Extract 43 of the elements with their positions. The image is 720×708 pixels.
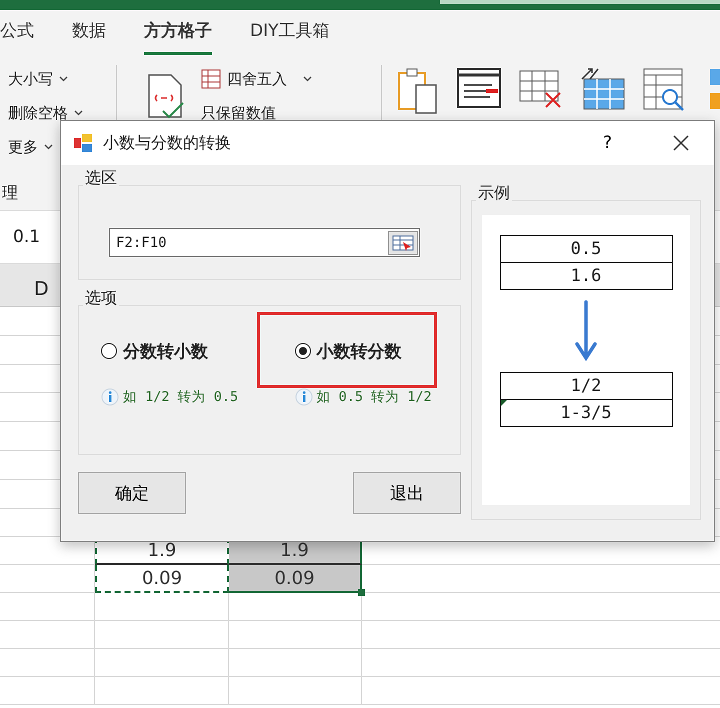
app-icon — [73, 133, 93, 153]
group-label: 选项 — [83, 288, 119, 309]
dialog-title: 小数与分数的转换 — [103, 132, 232, 154]
dialog-button[interactable]: 退出 — [353, 472, 461, 514]
info-icon — [294, 388, 312, 406]
example-cell: 0.5 — [500, 236, 672, 263]
example-cell-text: 1.6 — [570, 265, 602, 288]
text-lines-icon[interactable] — [456, 67, 502, 109]
ribbon-button[interactable]: 大小写 — [0, 63, 91, 95]
close-icon[interactable] — [672, 134, 690, 152]
ribbon-tab[interactable]: DIY工具箱 — [250, 10, 330, 54]
ribbon-button[interactable]: 四舍五入 — [193, 63, 320, 95]
table-cell: 0.09 — [229, 565, 362, 594]
chevron-icon — [303, 76, 312, 82]
example-cell: 1-3/5 — [500, 400, 672, 426]
dialog-button[interactable]: 确定 — [78, 472, 186, 514]
ribbon-tab[interactable]: 公式 — [0, 10, 34, 54]
info-icon — [101, 388, 119, 406]
ribbon-button[interactable]: 删除空格 — [0, 97, 91, 129]
radio-option[interactable]: 小数转分数 — [294, 340, 402, 362]
hint-text: 如 0.5 转为 1/2 — [316, 388, 432, 406]
ribbon-button[interactable]: 更多 — [0, 131, 91, 163]
group-label: 示例 — [476, 183, 512, 204]
chevron-icon — [44, 144, 53, 150]
ribbon-button[interactable]: 只保留数值 — [193, 97, 320, 129]
formula-value: 0.1 — [13, 227, 40, 247]
chevron-icon — [59, 76, 68, 82]
ribbon-tab[interactable]: 数据 — [72, 10, 106, 54]
example-cell: 1/2 — [500, 373, 672, 400]
radio-option[interactable]: 分数转小数 — [101, 340, 208, 362]
clipboard-icon[interactable] — [396, 67, 440, 115]
column-header: D — [34, 278, 49, 300]
help-button[interactable]: ? — [596, 131, 618, 155]
chevron-icon — [74, 110, 83, 116]
range-field[interactable]: F2:F10 — [109, 228, 420, 257]
grid-icon — [201, 69, 222, 89]
range-picker-icon[interactable] — [388, 230, 418, 254]
table-swap-icon[interactable] — [580, 67, 626, 111]
group-label: 选区 — [83, 168, 119, 189]
hint-text: 如 1/2 转为 0.5 — [123, 388, 238, 406]
error-flag-icon — [500, 400, 506, 406]
down-arrow-icon — [574, 300, 598, 362]
group-label: 理 — [1, 183, 18, 204]
